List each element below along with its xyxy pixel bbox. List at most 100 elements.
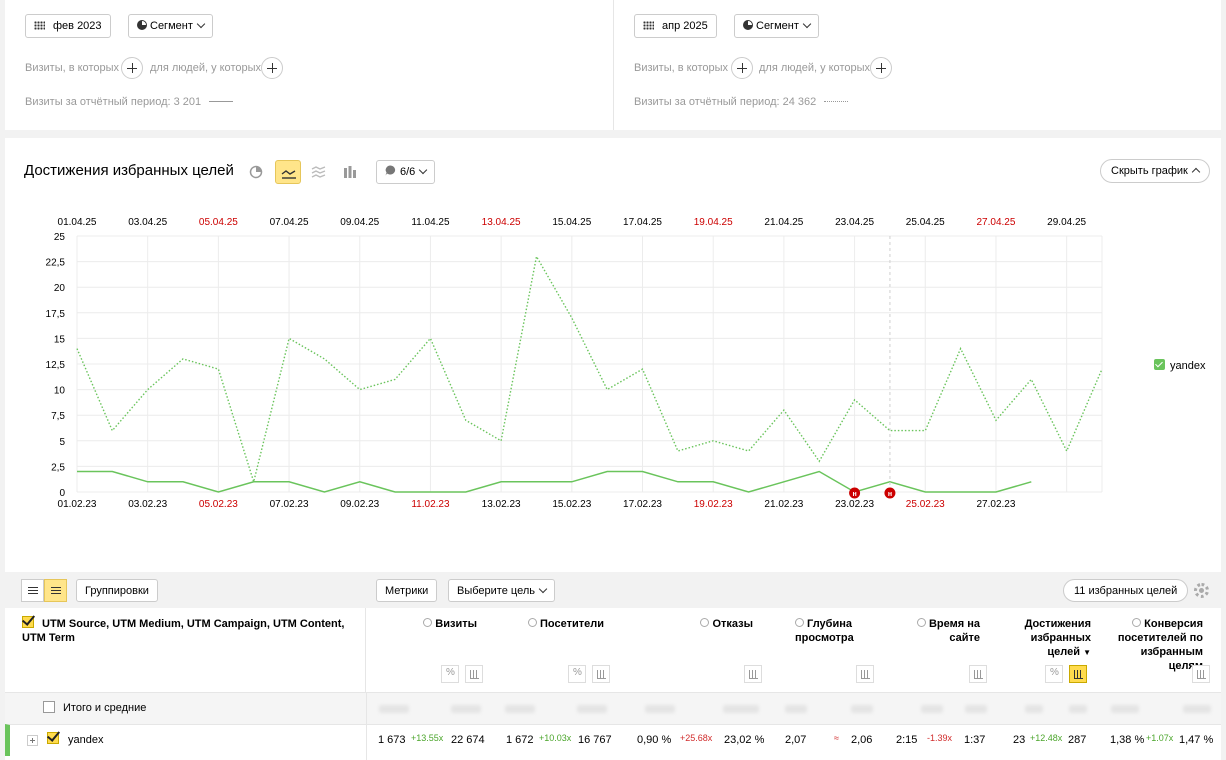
groupings-label: Группировки — [85, 585, 149, 597]
add-visit-condition-button[interactable] — [731, 57, 753, 79]
help-icon — [795, 618, 804, 627]
legend-label: yandex — [1170, 360, 1206, 372]
chart-type-pie-button[interactable] — [244, 160, 270, 184]
table-toolbar: Группировки Метрики Выберите цель 11 изб… — [5, 572, 1221, 608]
dotted-line-legend-icon — [824, 101, 849, 102]
bar-chart-toggle-icon[interactable] — [969, 665, 987, 683]
period-visits-total: Визиты за отчётный период: 3 201 — [25, 96, 234, 108]
bar-chart-toggle-icon[interactable] — [744, 665, 762, 683]
bar-chart-toggle-icon[interactable] — [1192, 665, 1210, 683]
y-tick-label: 17,5 — [46, 309, 66, 320]
sort-desc-icon: ▼ — [1083, 648, 1091, 657]
segment-dropdown-left[interactable]: Сегмент — [128, 14, 213, 38]
date-label: фев 2023 — [53, 20, 102, 32]
legend-checkbox[interactable] — [1154, 359, 1165, 370]
chevron-down-icon — [538, 584, 548, 594]
depth-value-b: 2,06 — [851, 734, 873, 746]
chevron-down-icon — [802, 19, 812, 29]
totals-value-placeholder — [921, 705, 943, 713]
conversion-value-b: 1,47 % — [1179, 734, 1214, 746]
x-bottom-tick-label: 05.02.23 — [199, 499, 238, 510]
y-tick-label: 10 — [54, 386, 66, 397]
x-top-tick-label: 11.04.25 — [411, 217, 450, 228]
x-bottom-tick-label: 01.02.23 — [58, 499, 97, 510]
annotation-badge-label: н — [852, 491, 856, 498]
metric-header-goal-reaches[interactable]: Достижения избранных целей ▼ — [1005, 617, 1091, 660]
totals-value-placeholder — [1183, 705, 1211, 713]
percent-toggle-icon[interactable] — [1045, 665, 1063, 683]
totals-row: Итого и средние — [5, 692, 1221, 724]
x-top-tick-label: 23.04.25 — [835, 217, 874, 228]
y-tick-label: 12,5 — [46, 360, 66, 371]
dimension-header[interactable]: UTM Source, UTM Medium, UTM Campaign, UT… — [5, 608, 366, 692]
metric-header-visitors[interactable]: Посетители — [520, 617, 604, 631]
annotation-badge-label: н — [888, 491, 892, 498]
solid-line-legend-icon — [209, 101, 234, 102]
x-bottom-tick-label: 07.02.23 — [270, 499, 309, 510]
totals-checkbox[interactable] — [43, 701, 55, 713]
metric-header-conversion[interactable]: Конверсия посетителей по избранным целям — [1105, 617, 1203, 673]
bar-chart-toggle-icon[interactable] — [1069, 665, 1087, 683]
add-visit-condition-button[interactable] — [121, 57, 143, 79]
metrics-button[interactable]: Метрики — [376, 579, 438, 602]
segment-panel-right: апр 2025 Сегмент Визиты, в которых для л… — [614, 0, 1221, 130]
bar-chart-toggle-icon[interactable] — [856, 665, 874, 683]
add-people-condition-button[interactable] — [261, 57, 283, 79]
bar-chart-toggle-icon[interactable] — [465, 665, 483, 683]
percent-toggle-icon[interactable] — [441, 665, 459, 683]
metric-header-label: Отказы — [712, 618, 753, 630]
gear-icon[interactable] — [1194, 583, 1209, 598]
tree-view-button[interactable] — [44, 579, 67, 602]
calendar-icon — [643, 21, 654, 30]
groupings-button[interactable]: Группировки — [76, 579, 158, 602]
chevron-up-icon — [1191, 167, 1201, 177]
add-people-condition-button[interactable] — [870, 57, 892, 79]
percent-toggle-icon[interactable] — [568, 665, 586, 683]
totals-label: Итого и средние — [63, 702, 147, 714]
x-top-tick-label: 05.04.25 — [199, 217, 238, 228]
table-row[interactable]: yandex 1 673 +13.55x 22 674 1 672 +10.03… — [5, 724, 1221, 756]
chart-legend-item[interactable]: yandex — [1154, 359, 1205, 372]
people-condition-label: для людей, у которых — [150, 62, 261, 74]
time-value-b: 1:37 — [964, 734, 986, 746]
visitors-value-b: 16 767 — [578, 734, 612, 746]
x-top-tick-label: 09.04.25 — [340, 217, 379, 228]
metric-header-bounces[interactable]: Отказы — [693, 617, 753, 631]
goal-filter-dropdown[interactable]: 6/6 — [376, 160, 436, 184]
metric-header-time[interactable]: Время на сайте — [905, 617, 980, 645]
expand-row-icon[interactable] — [27, 735, 38, 746]
metric-header-label: Время на сайте — [928, 618, 980, 644]
bar-chart-toggle-icon[interactable] — [592, 665, 610, 683]
segment-label: Сегмент — [756, 20, 799, 32]
date-picker-left[interactable]: фев 2023 — [25, 14, 111, 38]
x-bottom-tick-label: 15.02.23 — [552, 499, 591, 510]
row-checkbox[interactable] — [47, 732, 59, 744]
hide-chart-label: Скрыть график — [1111, 165, 1188, 177]
hide-chart-button[interactable]: Скрыть график — [1100, 159, 1210, 183]
chart-card: Достижения избранных целей 6/6 Скрыть гр… — [5, 138, 1221, 572]
segment-dropdown-right[interactable]: Сегмент — [734, 14, 819, 38]
goals-delta: +12.48x — [1030, 733, 1063, 743]
x-bottom-tick-label: 13.02.23 — [482, 499, 521, 510]
select-goal-dropdown[interactable]: Выберите цель — [448, 579, 555, 602]
x-bottom-tick-label: 17.02.23 — [623, 499, 662, 510]
totals-value-placeholder — [851, 705, 873, 713]
totals-value-placeholder — [723, 705, 759, 713]
chart-type-bar-button[interactable] — [338, 160, 364, 184]
metric-header-visits[interactable]: Визиты — [417, 617, 477, 631]
totals-value-placeholder — [965, 705, 987, 713]
metric-header-depth[interactable]: Глубина просмотра — [795, 617, 867, 645]
metrika-report-page: фев 2023 Сегмент Визиты, в которых для л… — [0, 0, 1226, 760]
chart-type-area-button[interactable] — [306, 160, 332, 184]
list-view-button[interactable] — [21, 579, 44, 602]
visits-value-b: 22 674 — [451, 734, 485, 746]
list-icon — [28, 587, 38, 594]
chart-type-line-button[interactable] — [275, 160, 301, 184]
pie-chart-icon — [249, 165, 263, 179]
favorite-goals-button[interactable]: 11 избранных целей — [1063, 579, 1189, 602]
date-picker-right[interactable]: апр 2025 — [634, 14, 717, 38]
bar-chart-icon — [344, 166, 356, 178]
x-bottom-tick-label: 11.02.23 — [411, 499, 450, 510]
y-tick-label: 2,5 — [51, 462, 65, 473]
bounces-delta: +25.68x — [680, 733, 713, 743]
